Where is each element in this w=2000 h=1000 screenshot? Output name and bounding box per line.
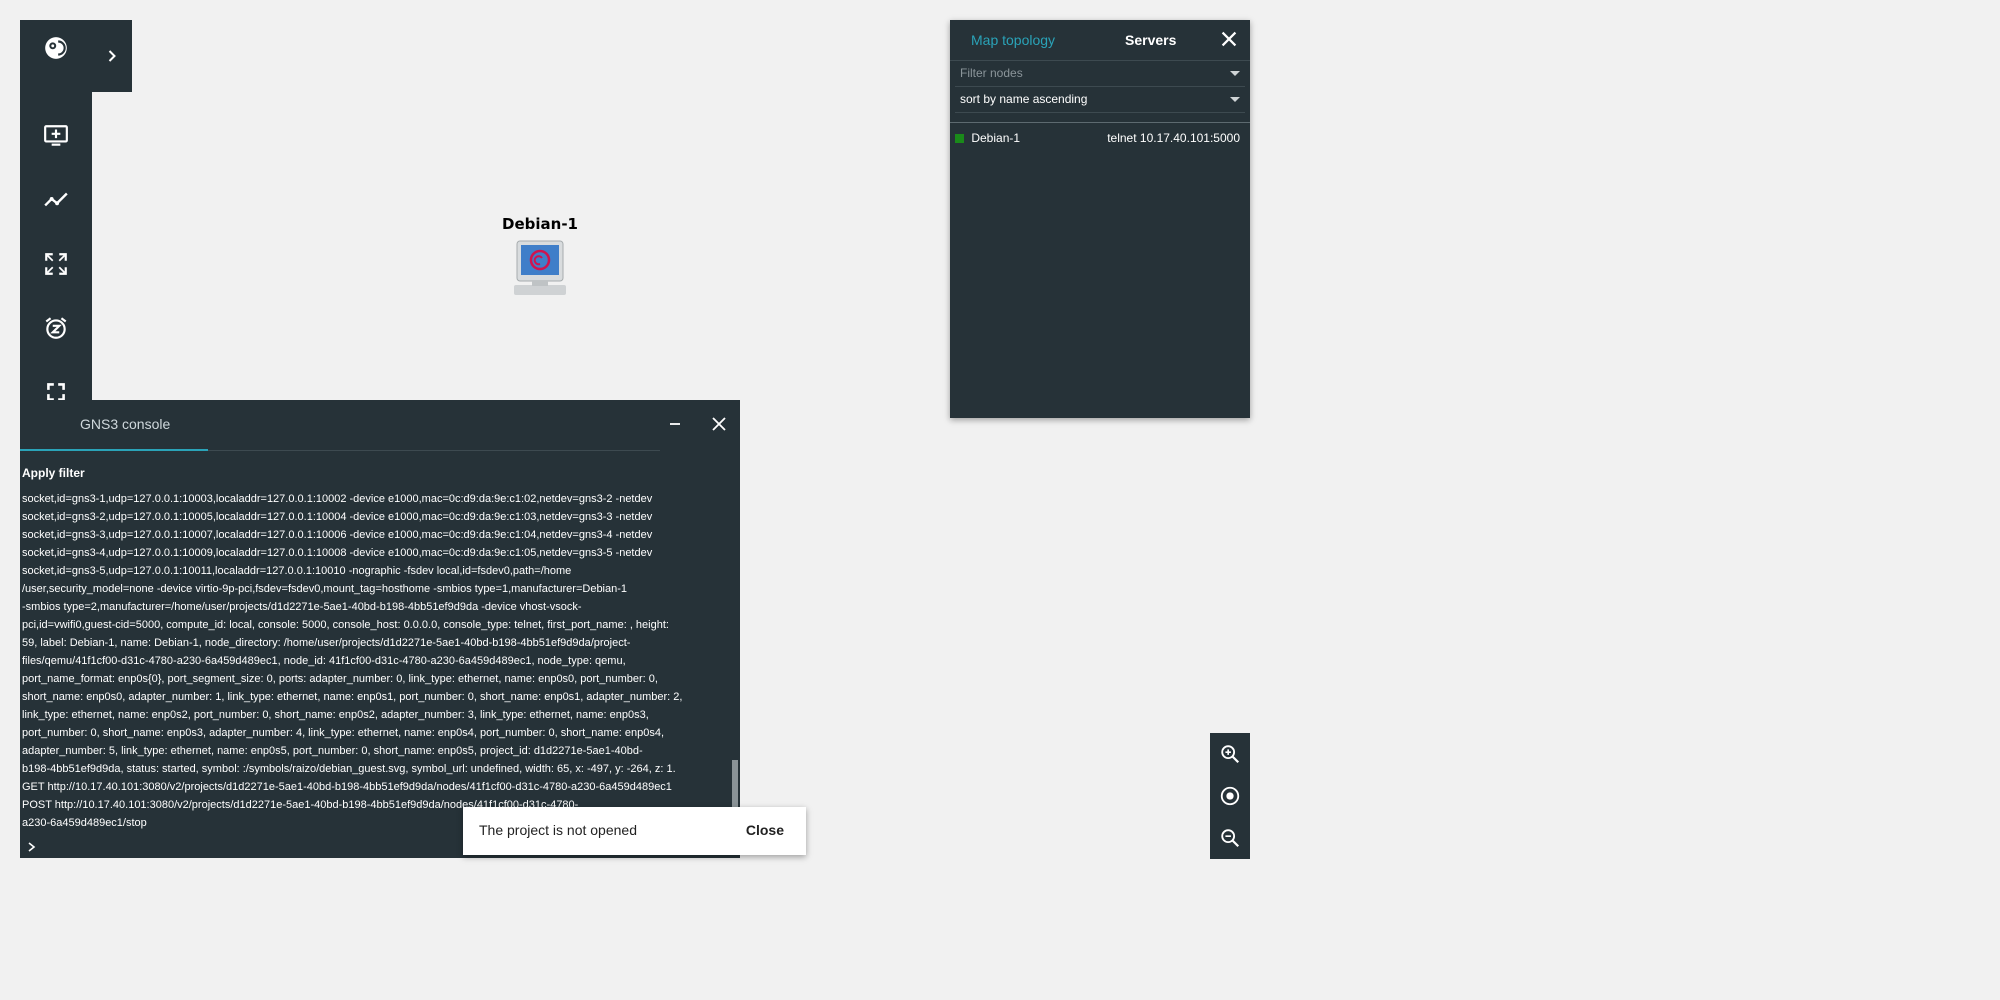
filter-nodes-placeholder: Filter nodes bbox=[960, 66, 1023, 80]
tab-servers[interactable]: Servers bbox=[1125, 32, 1176, 48]
console-header: GNS3 console bbox=[20, 400, 660, 451]
topology-panel: Map topology Servers Filter nodes sort b… bbox=[950, 20, 1250, 418]
zoom-controls bbox=[1210, 733, 1250, 859]
tab-indicator bbox=[20, 449, 208, 451]
snackbar-close-button[interactable]: Close bbox=[746, 822, 784, 838]
node-name: Debian-1 bbox=[971, 131, 1021, 145]
node-console: telnet 10.17.40.101:5000 bbox=[1107, 131, 1240, 145]
panel-tabs: Map topology Servers bbox=[950, 20, 1250, 61]
chevron-down-icon bbox=[1230, 97, 1240, 102]
chevron-down-icon bbox=[1230, 71, 1240, 76]
tab-gns3-console[interactable]: GNS3 console bbox=[80, 416, 170, 432]
list-item[interactable]: Debian-1 telnet 10.17.40.101:5000 bbox=[950, 123, 1250, 153]
reset-zoom-icon[interactable] bbox=[1210, 775, 1250, 817]
snackbar-message: The project is not opened bbox=[479, 822, 637, 838]
add-node-icon[interactable] bbox=[20, 108, 92, 164]
zoom-out-icon[interactable] bbox=[1210, 817, 1250, 859]
logo-icon[interactable] bbox=[20, 20, 92, 76]
apply-filter-button[interactable]: Apply filter bbox=[22, 466, 85, 480]
topology-node[interactable]: Debian-1 bbox=[500, 215, 580, 299]
close-icon[interactable] bbox=[709, 414, 729, 434]
debian-node-icon[interactable] bbox=[508, 237, 572, 299]
status-indicator bbox=[955, 134, 964, 144]
tab-map-topology[interactable]: Map topology bbox=[971, 32, 1055, 48]
toolbar-expand-panel bbox=[92, 20, 132, 92]
close-icon[interactable] bbox=[1218, 28, 1240, 50]
node-label: Debian-1 bbox=[502, 215, 578, 233]
scrollbar[interactable] bbox=[732, 760, 738, 810]
chevron-right-icon[interactable] bbox=[92, 20, 132, 92]
zoom-in-icon[interactable] bbox=[1210, 733, 1250, 775]
console-log: socket,id=gns3-1,udp=127.0.0.1:10003,loc… bbox=[22, 493, 683, 829]
console-window: GNS3 console Apply filter socket,id=gns3… bbox=[20, 400, 740, 858]
minimize-icon[interactable] bbox=[665, 414, 685, 434]
draw-link-icon[interactable] bbox=[20, 172, 92, 228]
left-toolbar bbox=[20, 20, 92, 401]
snooze-icon[interactable] bbox=[20, 300, 92, 356]
sort-value: sort by name ascending bbox=[960, 92, 1088, 106]
filter-nodes-select[interactable]: Filter nodes bbox=[955, 61, 1245, 87]
sort-select[interactable]: sort by name ascending bbox=[955, 87, 1245, 113]
snackbar: The project is not opened Close bbox=[463, 807, 806, 855]
prompt-chevron-icon[interactable] bbox=[26, 840, 38, 852]
fit-to-screen-icon[interactable] bbox=[20, 236, 92, 292]
